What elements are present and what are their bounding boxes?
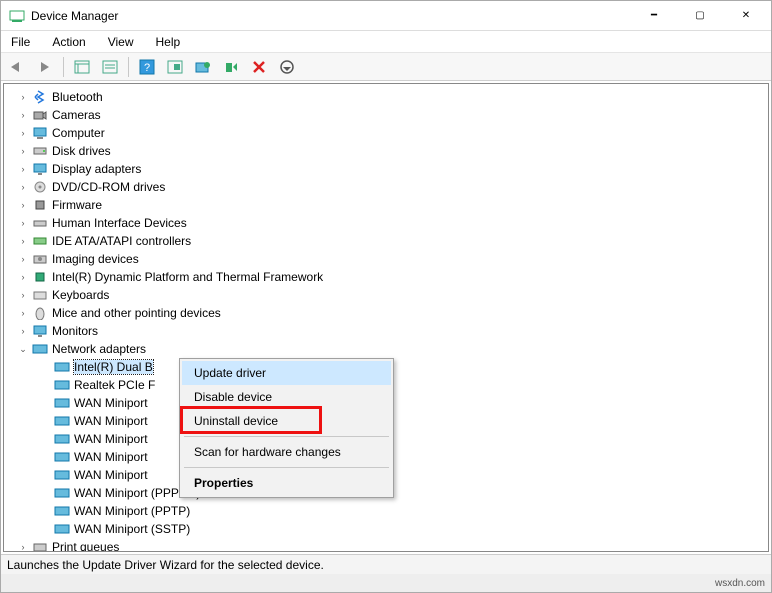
expand-icon[interactable]: ›	[16, 272, 30, 282]
context-menu-item[interactable]: Disable device	[182, 385, 391, 409]
menu-file[interactable]: File	[7, 33, 34, 51]
monitor-icon	[32, 323, 48, 339]
network-adapter-icon	[54, 377, 70, 393]
tree-item[interactable]: › Monitors	[4, 322, 768, 340]
network-adapter-icon	[54, 449, 70, 465]
expand-icon[interactable]: ›	[16, 290, 30, 300]
bluetooth-icon	[32, 89, 48, 105]
footer: wsxdn.com	[1, 574, 771, 592]
expand-icon[interactable]: ›	[16, 200, 30, 210]
enable-button[interactable]	[275, 56, 299, 78]
disable-button[interactable]	[247, 56, 271, 78]
expand-icon[interactable]: ›	[16, 254, 30, 264]
mouse-icon	[32, 305, 48, 321]
tree-item-adapter[interactable]: WAN Miniport (SSTP)	[4, 520, 768, 538]
status-bar: Launches the Update Driver Wizard for th…	[1, 554, 771, 574]
collapse-icon[interactable]: ⌄	[16, 344, 30, 355]
close-button[interactable]: ✕	[723, 1, 769, 31]
forward-button[interactable]	[33, 56, 57, 78]
context-menu-item[interactable]: Properties	[182, 471, 391, 495]
menu-separator	[184, 467, 389, 468]
tree-item[interactable]: › Imaging devices	[4, 250, 768, 268]
tree-item-network-adapters[interactable]: ⌄ Network adapters	[4, 340, 768, 358]
network-adapter-icon	[54, 503, 70, 519]
tree-item-adapter[interactable]: WAN Miniport (PPTP)	[4, 502, 768, 520]
expand-icon[interactable]: ›	[16, 542, 30, 552]
tree-item[interactable]: › Human Interface Devices	[4, 214, 768, 232]
show-hidden-button[interactable]	[70, 56, 94, 78]
context-menu-item[interactable]: Uninstall device	[182, 409, 391, 433]
printer-icon	[32, 539, 48, 552]
window-title: Device Manager	[31, 9, 118, 23]
tree-item[interactable]: › Disk drives	[4, 142, 768, 160]
maximize-button[interactable]: ▢	[677, 1, 723, 31]
help-button[interactable]: ?	[135, 56, 159, 78]
network-adapter-icon	[54, 485, 70, 501]
expand-icon[interactable]: ›	[16, 308, 30, 318]
tree-item[interactable]: › Computer	[4, 124, 768, 142]
expand-icon[interactable]: ›	[16, 128, 30, 138]
display-icon	[32, 161, 48, 177]
camera-icon	[32, 107, 48, 123]
ide-icon	[32, 233, 48, 249]
properties-button[interactable]	[98, 56, 122, 78]
menu-help[interactable]: Help	[152, 33, 185, 51]
network-adapter-icon	[54, 431, 70, 447]
expand-icon[interactable]: ›	[16, 164, 30, 174]
imaging-icon	[32, 251, 48, 267]
tree-item[interactable]: › Keyboards	[4, 286, 768, 304]
minimize-button[interactable]: ━	[631, 1, 677, 31]
expand-icon[interactable]: ›	[16, 236, 30, 246]
expand-icon[interactable]: ›	[16, 182, 30, 192]
network-adapter-icon	[54, 521, 70, 537]
menu-view[interactable]: View	[104, 33, 138, 51]
expand-icon[interactable]: ›	[16, 218, 30, 228]
computer-icon	[32, 125, 48, 141]
context-menu-item[interactable]: Update driver	[182, 361, 391, 385]
status-text: Launches the Update Driver Wizard for th…	[7, 558, 324, 572]
tree-item[interactable]: › IDE ATA/ATAPI controllers	[4, 232, 768, 250]
network-adapter-icon	[54, 359, 70, 375]
tree-item[interactable]: › DVD/CD-ROM drives	[4, 178, 768, 196]
back-button[interactable]	[5, 56, 29, 78]
expand-icon[interactable]: ›	[16, 110, 30, 120]
titlebar: Device Manager ━ ▢ ✕	[1, 1, 771, 31]
menu-separator	[184, 436, 389, 437]
disk-icon	[32, 143, 48, 159]
update-driver-button[interactable]	[191, 56, 215, 78]
expand-icon[interactable]: ›	[16, 146, 30, 156]
menubar: File Action View Help	[1, 31, 771, 53]
scan-button[interactable]	[163, 56, 187, 78]
tree-item[interactable]: › Bluetooth	[4, 88, 768, 106]
chip-icon	[32, 269, 48, 285]
tree-item[interactable]: › Cameras	[4, 106, 768, 124]
firmware-icon	[32, 197, 48, 213]
network-adapter-icon	[54, 413, 70, 429]
tree-item[interactable]: › Mice and other pointing devices	[4, 304, 768, 322]
network-icon	[32, 341, 48, 357]
watermark: wsxdn.com	[715, 578, 765, 589]
context-menu-item[interactable]: Scan for hardware changes	[182, 440, 391, 464]
expand-icon[interactable]: ›	[16, 92, 30, 102]
network-adapter-icon	[54, 395, 70, 411]
hid-icon	[32, 215, 48, 231]
menu-action[interactable]: Action	[48, 33, 89, 51]
tree-item[interactable]: › Display adapters	[4, 160, 768, 178]
svg-text:?: ?	[144, 62, 150, 74]
keyboard-icon	[32, 287, 48, 303]
expand-icon[interactable]: ›	[16, 326, 30, 336]
network-adapter-icon	[54, 467, 70, 483]
app-icon	[9, 8, 25, 24]
tree-item-print-queues[interactable]: › Print queues	[4, 538, 768, 552]
tree-item[interactable]: › Firmware	[4, 196, 768, 214]
context-menu: Update driverDisable deviceUninstall dev…	[179, 358, 394, 498]
toolbar: ?	[1, 53, 771, 81]
uninstall-button[interactable]	[219, 56, 243, 78]
tree-item[interactable]: › Intel(R) Dynamic Platform and Thermal …	[4, 268, 768, 286]
disc-icon	[32, 179, 48, 195]
